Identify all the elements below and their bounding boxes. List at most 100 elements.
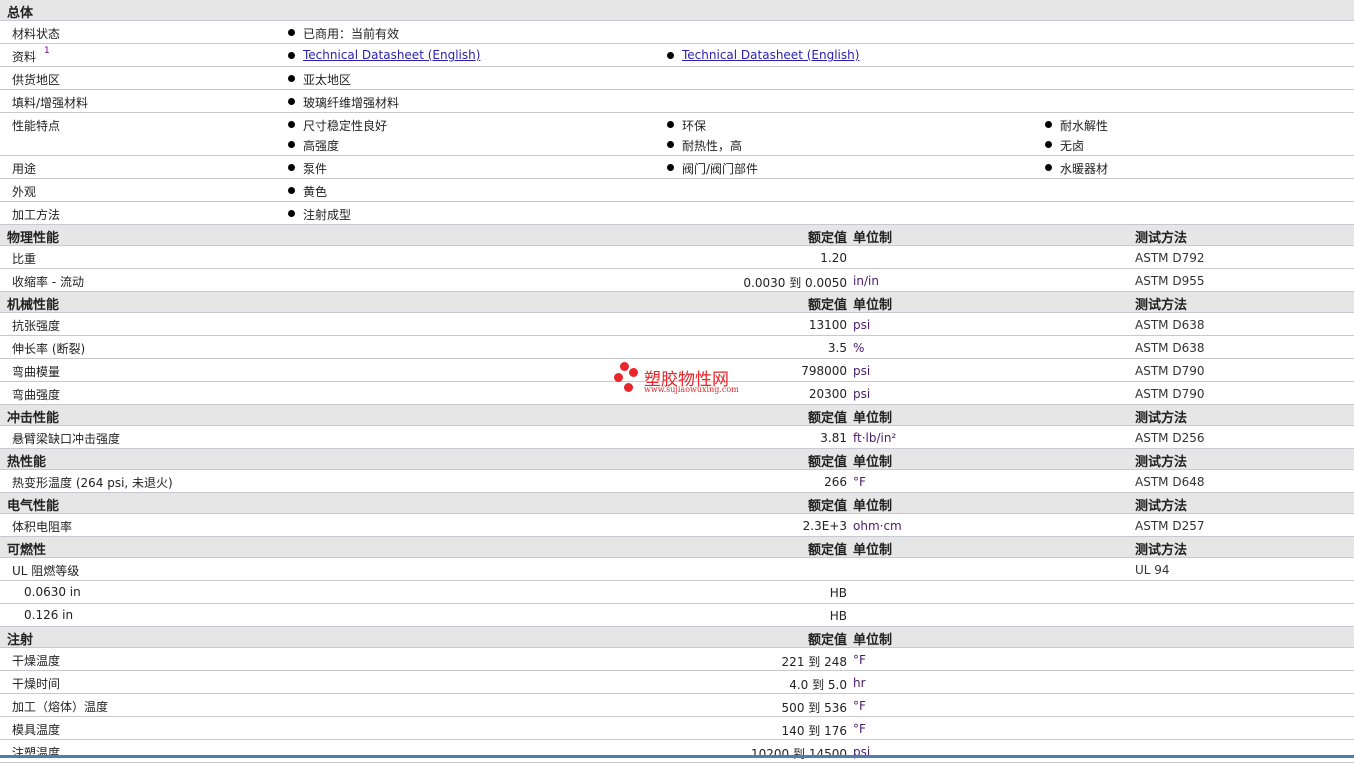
header-value: 额定值 — [807, 499, 847, 514]
property-unit: in/in — [853, 274, 879, 288]
header-value: 额定值 — [807, 231, 847, 246]
property-value: 1.20 — [820, 251, 847, 265]
property-row: 比重 1.20 ASTM D792 — [0, 246, 1354, 269]
property-name: 抗张强度 — [12, 319, 61, 333]
bullet-text: 耐水解性 — [1060, 119, 1109, 133]
property-value: 140 到 176 — [781, 724, 847, 738]
property-value: 4.0 到 5.0 — [789, 678, 847, 692]
bullet-text: 阀门/阀门部件 — [682, 162, 759, 176]
header-value: 额定值 — [807, 298, 847, 313]
bullet-item: 水暖器材 — [1045, 160, 1108, 177]
property-value: 3.81 — [820, 431, 847, 445]
property-value: 500 到 536 — [781, 701, 847, 715]
bullet-text: 玻璃纤维增强材料 — [303, 96, 400, 110]
bullet-item: Technical Datasheet (English) — [667, 48, 859, 62]
property-unit: °F — [853, 475, 866, 489]
bullet-text: 黄色 — [303, 185, 328, 199]
bullet-text: 环保 — [682, 119, 707, 133]
property-label: 外观 — [12, 185, 37, 199]
bullet-text: 泵件 — [303, 162, 328, 176]
header-unit: 单位制 — [853, 499, 893, 514]
property-row: 抗张强度 13100 psi ASTM D638 — [0, 313, 1354, 336]
test-method: UL 94 — [1135, 563, 1170, 577]
property-name: UL 阻燃等级 — [12, 564, 80, 578]
header-method: 测试方法 — [1135, 298, 1188, 313]
property-name: 弯曲强度 — [12, 388, 61, 402]
property-row: 0.126 in HB — [0, 604, 1354, 627]
section-header-general: 总体 — [0, 0, 1354, 21]
section-header: 热性能 额定值 单位制 测试方法 — [0, 449, 1354, 470]
bullet-text: 注射成型 — [303, 208, 352, 222]
property-row: 加工方法 注射成型 — [0, 202, 1354, 225]
property-row: 性能特点 尺寸稳定性良好 环保 耐水解性 高强度 耐热性，高 无卤 — [0, 113, 1354, 156]
property-value: 2.3E+3 — [802, 519, 847, 533]
property-name: 0.0630 in — [24, 585, 81, 599]
footnote-marker: 1 — [44, 46, 50, 56]
test-method: ASTM D257 — [1135, 519, 1205, 533]
property-name: 加工（熔体）温度 — [12, 700, 109, 714]
bullet-text: 尺寸稳定性良好 — [303, 119, 388, 133]
property-value: 266 — [824, 475, 847, 489]
header-value: 额定值 — [807, 543, 847, 558]
property-label: 填料/增强材料 — [12, 96, 89, 110]
section-title: 冲击性能 — [7, 411, 60, 426]
property-row: 注塑温度 10200 到 14500 psi — [0, 740, 1354, 763]
property-row: 材料状态 已商用：当前有效 — [0, 21, 1354, 44]
test-method: ASTM D790 — [1135, 387, 1205, 401]
test-method: ASTM D955 — [1135, 274, 1205, 288]
header-unit: 单位制 — [853, 543, 893, 558]
property-label: 用途 — [12, 162, 37, 176]
property-value: 3.5 — [827, 341, 847, 355]
section-title: 可燃性 — [7, 543, 47, 558]
datasheet-link[interactable]: Technical Datasheet (English) — [303, 48, 480, 62]
property-name: 干燥温度 — [12, 654, 61, 668]
property-row: 加工（熔体）温度 500 到 536 °F — [0, 694, 1354, 717]
property-value: 221 到 248 — [781, 655, 847, 669]
header-value: 额定值 — [807, 455, 847, 470]
property-value: 10200 到 14500 — [751, 747, 847, 761]
property-label: 资料 — [12, 50, 37, 64]
property-name: 模具温度 — [12, 723, 61, 737]
header-unit: 单位制 — [853, 455, 893, 470]
header-value: 额定值 — [807, 411, 847, 426]
property-unit: ohm·cm — [853, 519, 902, 533]
property-row: 模具温度 140 到 176 °F — [0, 717, 1354, 740]
property-name: 0.126 in — [24, 608, 74, 622]
test-method: ASTM D792 — [1135, 251, 1205, 265]
header-method: 测试方法 — [1135, 543, 1188, 558]
test-method: ASTM D638 — [1135, 341, 1205, 355]
bullet-item: 高强度 — [288, 137, 339, 154]
section-title: 电气性能 — [7, 499, 60, 514]
property-value: HB — [829, 609, 847, 623]
bullet-item: 环保 — [667, 117, 706, 134]
property-unit: psi — [853, 318, 871, 332]
property-unit: °F — [853, 699, 866, 713]
header-unit: 单位制 — [853, 411, 893, 426]
property-name: 弯曲模量 — [12, 365, 61, 379]
property-row: 资料 1 Technical Datasheet (English) Technica… — [0, 44, 1354, 67]
bullet-text: 高强度 — [303, 139, 340, 153]
property-name: 干燥时间 — [12, 677, 61, 691]
datasheet-link[interactable]: Technical Datasheet (English) — [682, 48, 859, 62]
property-value: 798000 — [801, 364, 847, 378]
section-title: 注射 — [7, 633, 34, 648]
bullet-item: 黄色 — [288, 183, 327, 200]
header-value: 额定值 — [807, 633, 847, 648]
bullet-item: 耐水解性 — [1045, 117, 1108, 134]
bullet-item: 已商用：当前有效 — [288, 25, 399, 42]
property-unit: ft·lb/in² — [853, 431, 897, 445]
property-value: 0.0030 到 0.0050 — [743, 276, 847, 290]
property-unit: psi — [853, 364, 871, 378]
property-row: 伸长率 (断裂) 3.5% ASTM D638 — [0, 336, 1354, 359]
header-method: 测试方法 — [1135, 499, 1188, 514]
property-name: 热变形温度 (264 psi, 未退火) — [12, 476, 173, 490]
header-method: 测试方法 — [1135, 231, 1188, 246]
property-value: 13100 — [808, 318, 847, 332]
property-row: 干燥温度 221 到 248 °F — [0, 648, 1354, 671]
bullet-item: 尺寸稳定性良好 — [288, 117, 387, 134]
header-unit: 单位制 — [853, 633, 893, 648]
property-name: 收缩率 - 流动 — [12, 275, 84, 289]
property-name: 伸长率 (断裂) — [12, 342, 86, 356]
bullet-item: 玻璃纤维增强材料 — [288, 94, 399, 111]
section-title: 机械性能 — [7, 298, 60, 313]
